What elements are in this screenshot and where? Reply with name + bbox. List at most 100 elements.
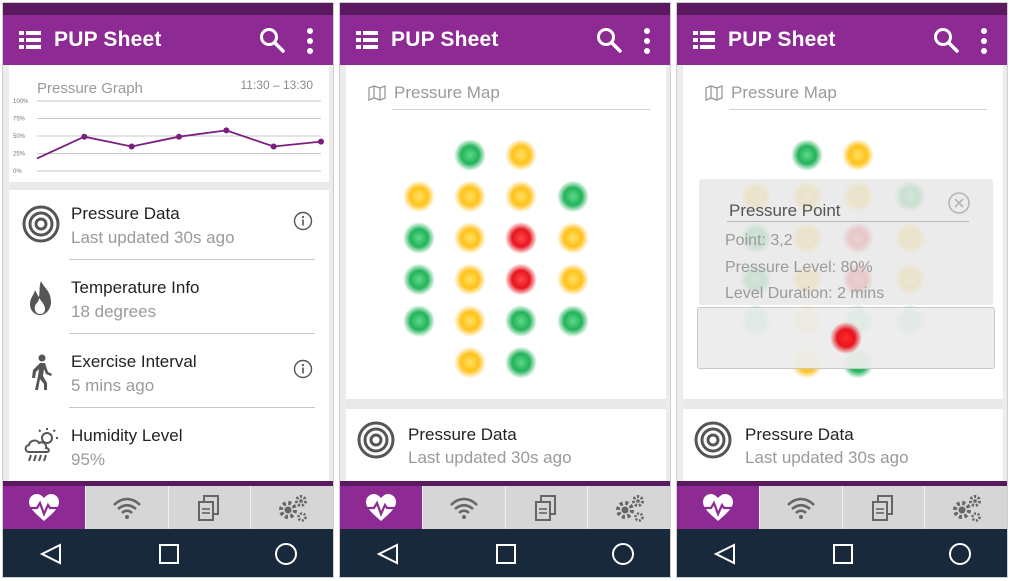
pressure-point-yellow[interactable] — [505, 180, 537, 213]
pressure-point-yellow[interactable] — [454, 346, 486, 379]
search-icon[interactable] — [933, 27, 959, 53]
heart-pulse-icon — [702, 493, 733, 521]
pressure-point-red[interactable] — [505, 263, 537, 296]
list-menu-icon[interactable] — [356, 30, 378, 50]
gears-icon — [616, 494, 645, 522]
list-menu-icon[interactable] — [693, 30, 715, 50]
pressure-map-card: Pressure Map Pressure Point Point: 3,2 P… — [683, 65, 1003, 399]
copy-icon — [872, 494, 894, 521]
search-icon[interactable] — [259, 27, 285, 53]
recents-icon[interactable] — [274, 542, 298, 566]
back-icon[interactable] — [713, 542, 737, 566]
tab-connectivity[interactable] — [85, 486, 169, 529]
system-nav-bar — [677, 529, 1007, 577]
pressure-point-yellow[interactable] — [454, 305, 486, 337]
map-icon — [368, 85, 386, 101]
tab-vitals[interactable] — [3, 486, 86, 529]
more-vert-icon[interactable] — [642, 27, 652, 55]
list-item-exercise-interval[interactable]: Exercise Interval 5 mins ago — [9, 338, 329, 412]
data-point — [318, 138, 324, 145]
tab-settings[interactable] — [251, 486, 333, 529]
divider — [346, 399, 666, 409]
heart-pulse-icon — [28, 493, 59, 521]
tab-connectivity[interactable] — [422, 486, 506, 529]
pressure-point-red[interactable] — [505, 222, 537, 254]
pressure-point-green[interactable] — [403, 305, 435, 337]
flame-icon — [30, 281, 51, 315]
target-icon — [694, 421, 732, 459]
info-icon[interactable] — [293, 359, 313, 379]
data-point — [223, 127, 230, 134]
status-bar — [340, 3, 670, 15]
home-icon[interactable] — [831, 542, 855, 566]
pressure-point-yellow[interactable] — [557, 263, 589, 296]
list-item-pressure-data[interactable]: Pressure Data Last updated 30s ago — [346, 409, 666, 471]
pressure-point-yellow[interactable] — [505, 139, 537, 171]
pressure-point-green[interactable] — [557, 180, 589, 213]
back-icon[interactable] — [376, 542, 400, 566]
pressure-point-green[interactable] — [403, 263, 435, 296]
pressure-point-green[interactable] — [557, 305, 589, 337]
back-icon[interactable] — [39, 542, 63, 566]
pressure-point-green[interactable] — [403, 222, 435, 254]
graph-time-range: 11:30 – 13:30 — [240, 78, 313, 92]
popup-title: Pressure Point — [729, 201, 841, 220]
tab-connectivity[interactable] — [759, 486, 843, 529]
screen-pressure-map: PUP Sheet Pressure Map Pressure Data Las… — [339, 2, 671, 578]
close-icon[interactable] — [947, 191, 971, 215]
recents-icon[interactable] — [948, 542, 972, 566]
pressure-point-green[interactable] — [454, 139, 486, 171]
divider — [69, 333, 315, 334]
copy-icon — [535, 494, 557, 521]
divider — [729, 109, 987, 110]
pressure-point-yellow[interactable] — [454, 263, 486, 296]
pressure-point-green[interactable] — [791, 139, 823, 171]
pressure-point-yellow[interactable] — [454, 180, 486, 213]
tab-settings[interactable] — [588, 486, 670, 529]
bottom-tab-bar — [340, 486, 670, 529]
pressure-graph-card[interactable]: Pressure Graph 11:30 – 13:30 100% 75% 50% 2… — [9, 65, 329, 182]
bottom-tab-bar — [677, 486, 1007, 529]
list-item-pressure-data[interactable]: Pressure Data Last updated 30s ago — [9, 190, 329, 264]
pressure-point-yellow[interactable] — [842, 139, 874, 171]
info-icon[interactable] — [293, 211, 313, 231]
pressure-point-green[interactable] — [505, 305, 537, 337]
app-bar: PUP Sheet — [677, 15, 1007, 65]
search-icon[interactable] — [596, 27, 622, 53]
list-menu-icon[interactable] — [19, 30, 41, 50]
y-tick-label: 25% — [13, 152, 26, 158]
pressure-map-grid[interactable] — [346, 125, 666, 385]
pressure-point-yellow[interactable] — [454, 222, 486, 254]
list-item-pressure-data[interactable]: Pressure Data Last updated 30s ago — [683, 409, 1003, 471]
tab-settings[interactable] — [925, 486, 1007, 529]
more-vert-icon[interactable] — [305, 27, 315, 55]
home-icon[interactable] — [494, 542, 518, 566]
more-vert-icon[interactable] — [979, 27, 989, 55]
tab-records[interactable] — [842, 486, 926, 529]
pressure-point-yellow[interactable] — [557, 222, 589, 254]
selected-point-preview — [697, 307, 995, 369]
list-item-title: Humidity Level — [71, 426, 183, 445]
list-item-temperature-info[interactable]: Temperature Info 18 degrees — [9, 264, 329, 338]
data-point — [270, 143, 277, 150]
pressure-point-yellow[interactable] — [403, 180, 435, 213]
popup-pressure-level: Pressure Level: 80% — [725, 259, 873, 276]
copy-icon — [198, 494, 220, 521]
list-item-humidity-level[interactable]: Humidity Level 95% — [9, 412, 329, 486]
tab-records[interactable] — [168, 486, 252, 529]
list-item-subtitle: 95% — [71, 450, 106, 469]
list-item-title: Pressure Data — [71, 204, 180, 223]
recents-icon[interactable] — [611, 542, 635, 566]
list-item-subtitle: Last updated 30s ago — [71, 228, 235, 247]
tab-vitals[interactable] — [677, 486, 760, 529]
target-icon — [22, 205, 60, 243]
data-point — [81, 133, 88, 140]
pressure-point-green[interactable] — [505, 346, 537, 379]
tab-records[interactable] — [505, 486, 589, 529]
status-bar — [677, 3, 1007, 15]
y-tick-label: 50% — [13, 134, 26, 140]
home-icon[interactable] — [157, 542, 181, 566]
system-nav-bar — [3, 529, 333, 577]
walking-icon — [32, 354, 52, 390]
tab-vitals[interactable] — [340, 486, 423, 529]
